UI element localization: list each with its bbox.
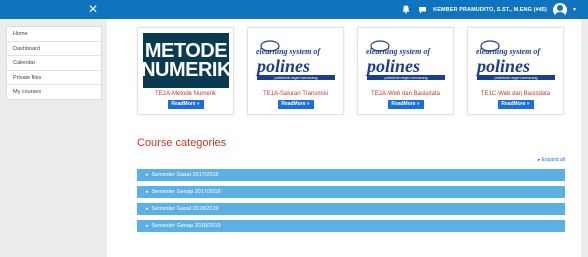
logo-sub-text: politeknik negeri semarang [275,76,318,80]
triangle-right-icon: ▸ [146,189,149,195]
user-name[interactable]: KEMBER PRAMUDITO, S.ST., M.ENG (#45) [433,7,547,13]
polines-logo-image[interactable]: elearning system of polines politeknik n… [253,33,339,88]
course-card: elearning system of polines politeknik n… [247,27,344,115]
user-area: KEMBER PRAMUDITO, S.ST., M.ENG (#45) ▾ [401,0,576,19]
readmore-button[interactable]: ReadMore » [497,100,534,109]
course-title[interactable]: TE2A-Web dan Basisdata [358,91,453,97]
polines-logo-image[interactable]: elearning system of polines politeknik n… [473,33,559,88]
category-item[interactable]: ▸ Semester Gasal 2017/2018 [137,169,565,181]
category-label: Semester Gasal 2018/2019 [151,206,219,212]
close-icon[interactable]: × [85,0,101,19]
category-label: Semester Genap 2017/2018 [151,189,221,195]
logo-sub-text: politeknik negeri semarang [495,76,538,80]
triangle-right-icon: ▸ [146,223,149,229]
logo-top-text: elearning system of [476,47,541,56]
sidebar-item-private-files[interactable]: Private files [7,71,101,86]
sidebar-item-home[interactable]: Home [7,27,101,42]
readmore-button[interactable]: ReadMore » [387,100,424,109]
expand-all-label: Expand all [541,157,565,163]
main-content: METODE NUMERIK TE2A-Metode Numerik ReadM… [107,19,581,257]
category-item[interactable]: ▸ Semester Genap 2017/2018 [137,186,565,198]
readmore-button[interactable]: ReadMore » [167,100,204,109]
thumbnail-text-line2: NUMERIK [141,58,231,81]
course-card: elearning system of polines politeknik n… [467,27,564,115]
logo-sub-text: politeknik negeri semarang [385,76,428,80]
logo-brand-text: polines [365,56,420,76]
triangle-right-icon: ▸ [146,172,149,178]
sidebar-item-calendar[interactable]: Calendar [7,56,101,71]
course-categories-heading: Course categories [137,137,227,149]
readmore-button[interactable]: ReadMore » [277,100,314,109]
thumbnail-text-line1: METODE [144,39,228,62]
course-title[interactable]: TE2A-Metode Numerik [138,91,233,97]
course-title[interactable]: TE1C-Web dan Basisdata [468,91,563,97]
category-item[interactable]: ▸ Semester Genap 2018/2019 [137,220,565,232]
category-list: ▸ Semester Gasal 2017/2018 ▸ Semester Gena… [137,169,565,237]
category-label: Semester Gasal 2017/2018 [151,172,219,178]
category-label: Semester Genap 2018/2019 [151,223,221,229]
expand-all-link[interactable]: ▸ Expand all [538,157,565,163]
sidebar-nav: Home Dashboard Calendar Private files My… [6,26,102,100]
course-thumbnail[interactable]: METODE NUMERIK [141,33,231,88]
message-icon[interactable] [417,5,427,15]
sidebar-item-my-courses[interactable]: My courses [7,85,101,100]
logo-brand-text: polines [255,56,310,76]
course-card: METODE NUMERIK TE2A-Metode Numerik ReadM… [137,27,234,115]
course-title[interactable]: TE1A-Saluran Transmisi [248,91,343,97]
category-item[interactable]: ▸ Semester Gasal 2018/2019 [137,203,565,215]
logo-top-text: elearning system of [256,47,321,56]
logo-top-text: elearning system of [366,47,431,56]
sidebar-item-dashboard[interactable]: Dashboard [7,42,101,57]
top-navbar: × KEMBER PRAMUDITO, S.ST., M.ENG (#45) ▾ [0,0,588,19]
chevron-down-icon[interactable]: ▾ [573,6,576,13]
logo-brand-text: polines [475,56,530,76]
notification-bell-icon[interactable] [401,5,411,15]
polines-logo-image[interactable]: elearning system of polines politeknik n… [363,33,449,88]
triangle-right-icon: ▸ [146,206,149,212]
course-cards: METODE NUMERIK TE2A-Metode Numerik ReadM… [137,27,564,115]
avatar[interactable] [552,2,567,17]
course-card: elearning system of polines politeknik n… [357,27,454,115]
